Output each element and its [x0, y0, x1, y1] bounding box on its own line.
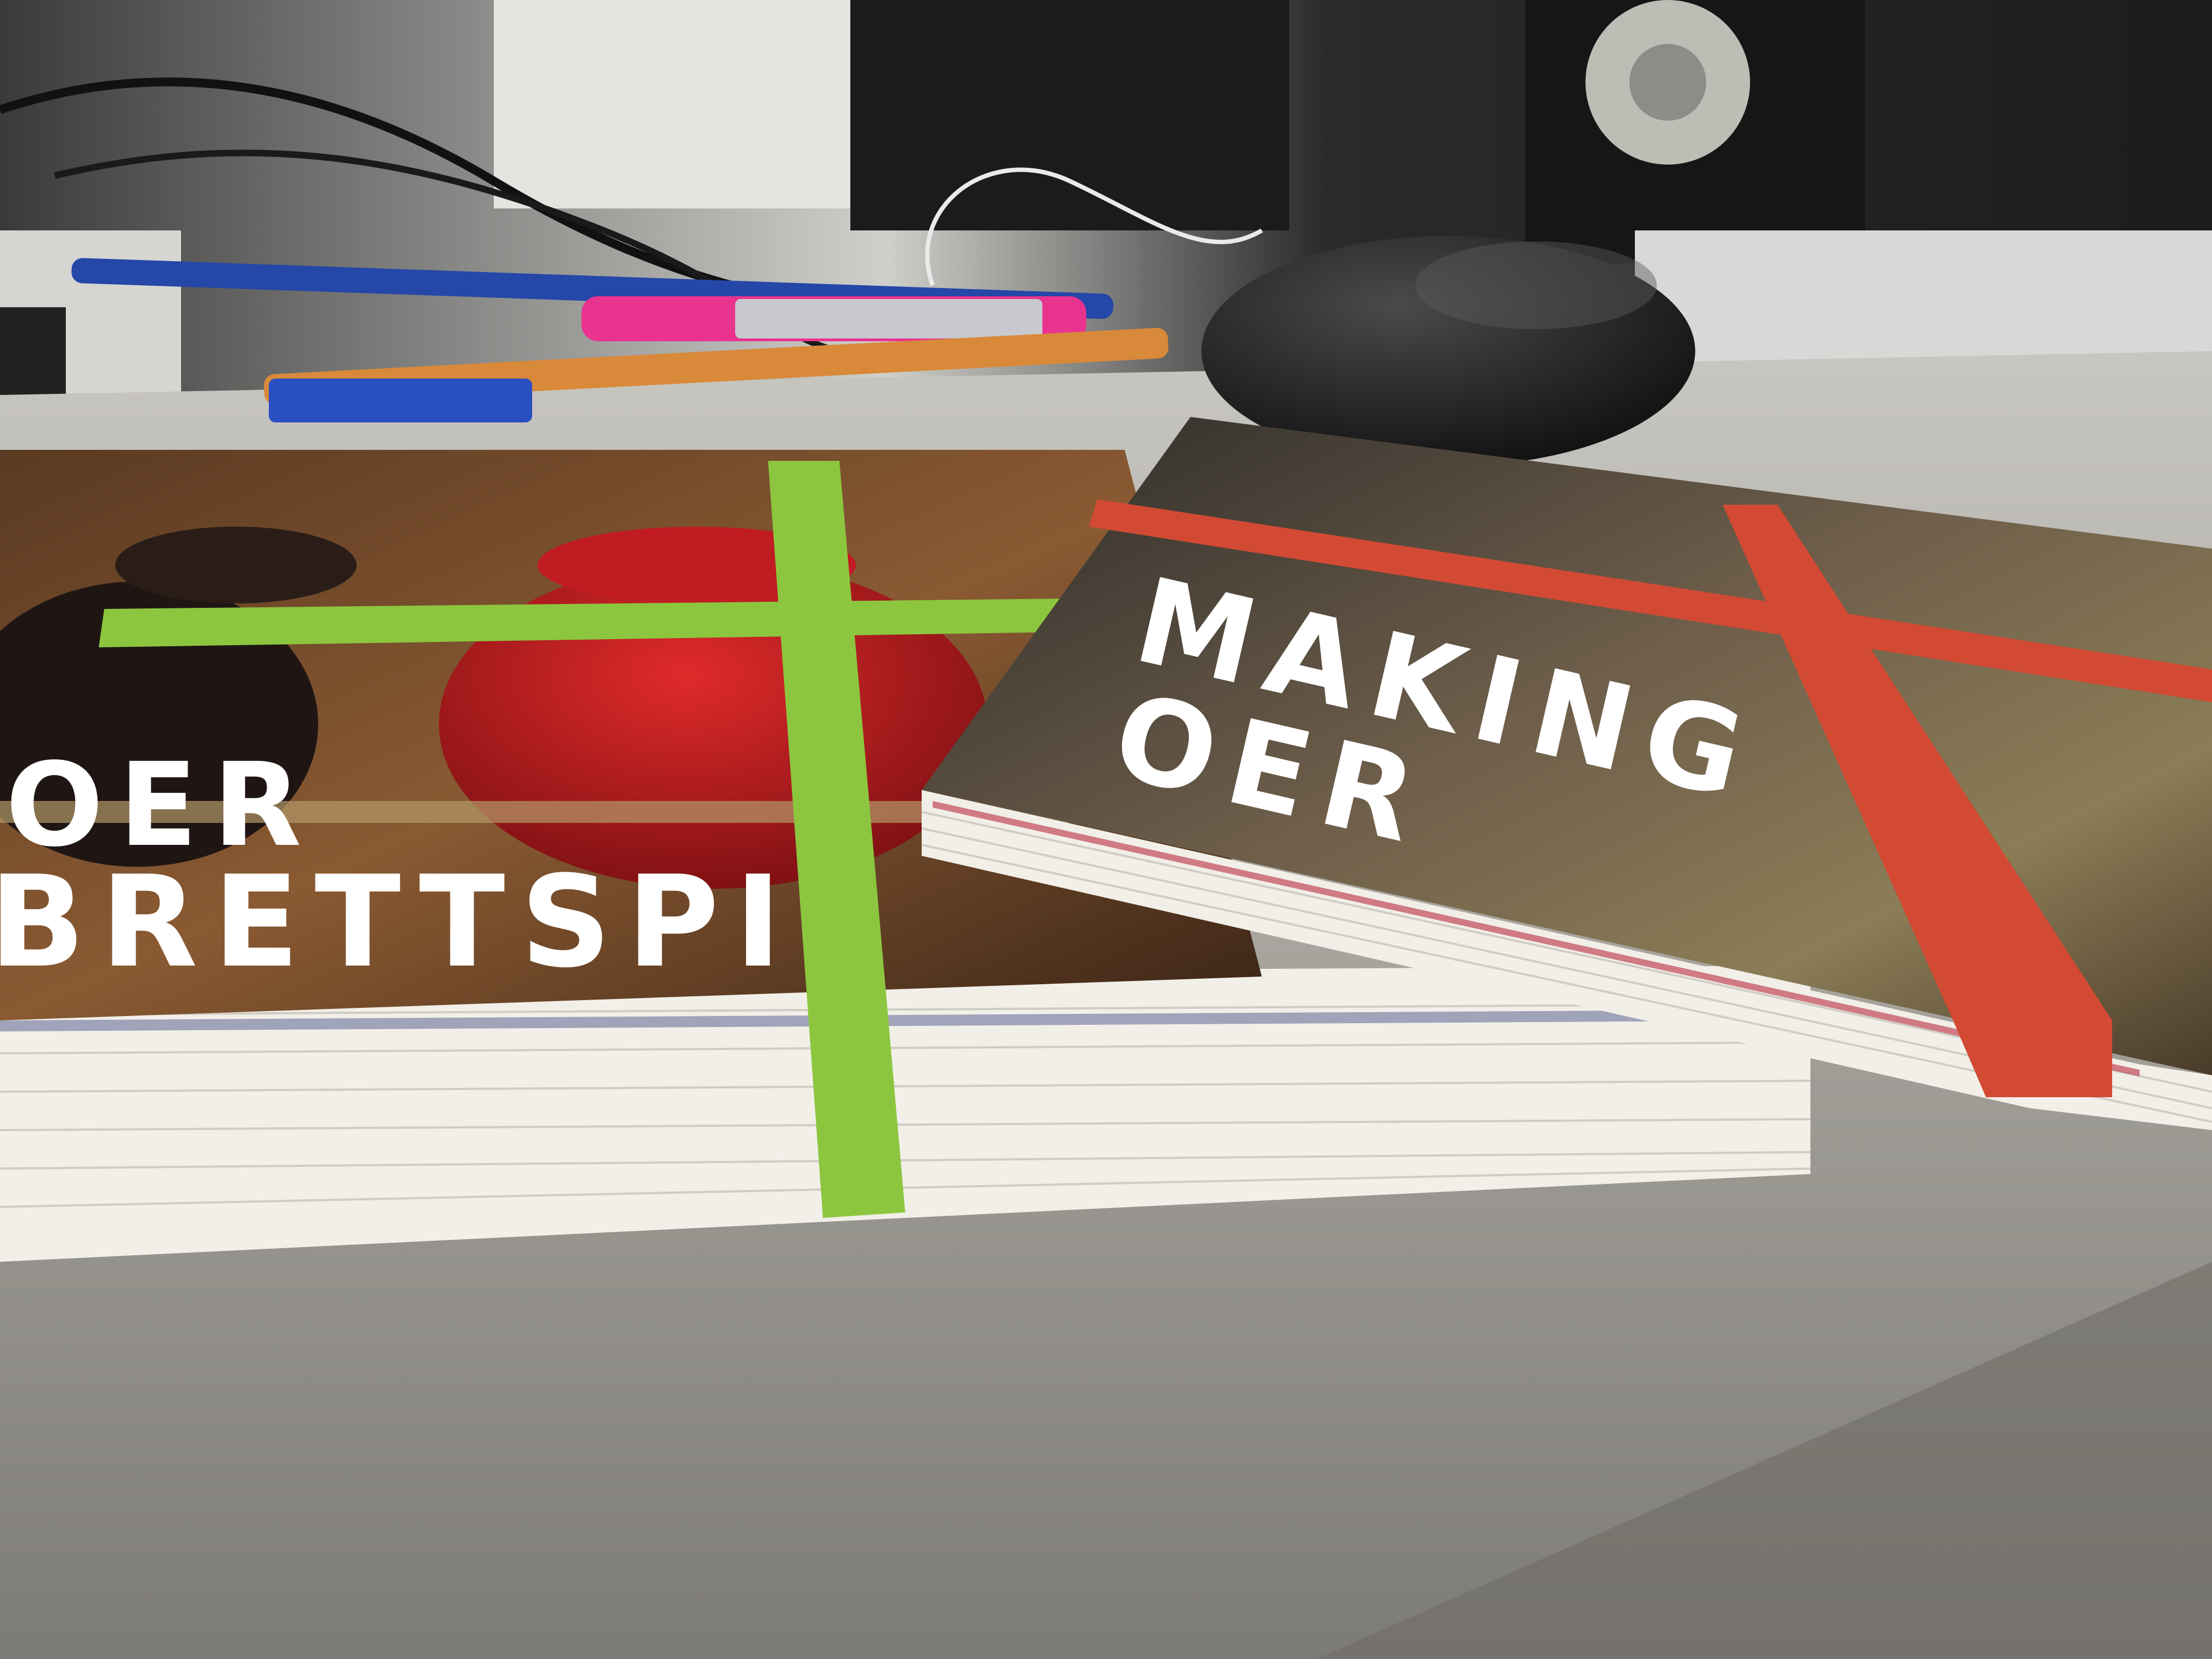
desk-photo: OER BRETTSPI MAKING OER [0, 0, 2212, 1659]
monitor [850, 0, 1289, 230]
marker-body [735, 299, 1042, 338]
laptop [1635, 230, 2212, 373]
speaker-center [1629, 44, 1706, 121]
dark-game-piece-top [115, 527, 357, 603]
white-box [494, 0, 850, 208]
left-deck-title-line-2: BRETTSPI [0, 849, 797, 996]
blue-pen-2 [269, 379, 532, 422]
mouse-highlight [1415, 241, 1657, 329]
